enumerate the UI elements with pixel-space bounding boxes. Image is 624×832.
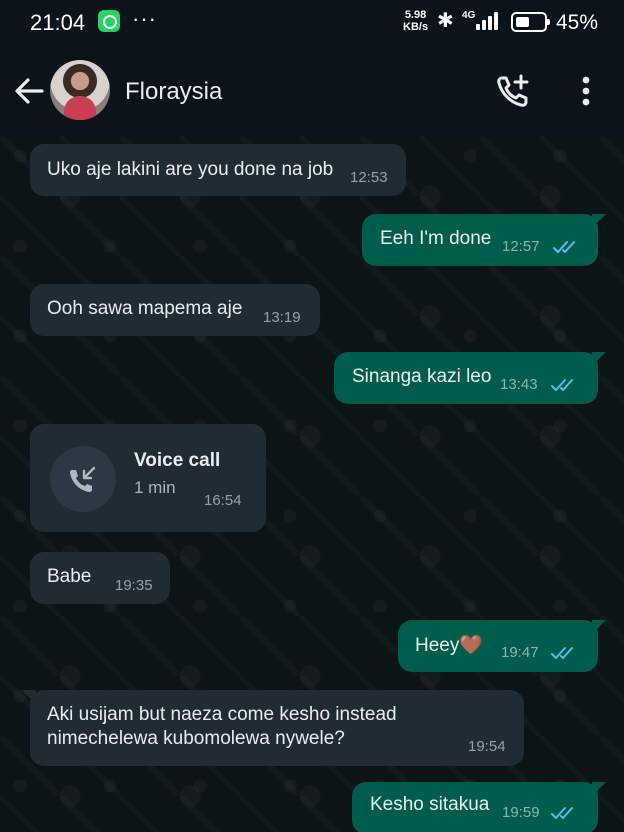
message-time: 12:57 bbox=[502, 238, 540, 255]
missed-call-icon-container bbox=[50, 446, 116, 512]
call-title: Voice call bbox=[134, 450, 221, 471]
incoming-call-icon bbox=[70, 466, 96, 492]
network-speed-unit: KB/s bbox=[403, 21, 429, 33]
status-bar: 21:04 ··· 5.98 KB/s ✱ 4G 45% bbox=[0, 0, 624, 48]
call-duration: 1 min bbox=[134, 478, 176, 497]
battery-percent: 45% bbox=[556, 11, 599, 34]
message-text: Sinanga kazi leo bbox=[352, 366, 492, 387]
read-receipt-icon bbox=[551, 379, 573, 391]
message-text: Babe bbox=[47, 566, 92, 587]
message-time: 13:19 bbox=[263, 309, 301, 326]
network-type: 4G bbox=[462, 10, 476, 21]
message-text: Uko aje lakini are you done na job bbox=[47, 159, 334, 180]
signal-icon bbox=[476, 12, 502, 30]
message-time: 19:47 bbox=[501, 644, 539, 661]
message-text: Ooh sawa mapema aje bbox=[47, 298, 243, 319]
message-incoming[interactable]: Aki usijam but naeza come kesho instead … bbox=[22, 690, 524, 766]
message-time: 12:53 bbox=[350, 169, 388, 186]
message-time: 19:35 bbox=[115, 577, 153, 594]
message-time: 16:54 bbox=[204, 492, 242, 509]
message-outgoing[interactable]: Heey🤎 19:47 bbox=[398, 620, 606, 672]
network-speed-value: 5.98 bbox=[404, 9, 427, 21]
message-outgoing[interactable]: Kesho sitakua 19:59 bbox=[352, 782, 606, 832]
chat-header: Floraysia bbox=[0, 48, 624, 136]
whatsapp-business-icon bbox=[98, 10, 120, 32]
read-receipt-icon bbox=[553, 241, 575, 253]
message-text: Heey🤎 bbox=[415, 635, 484, 656]
message-text: Kesho sitakua bbox=[370, 794, 490, 815]
message-incoming[interactable]: Ooh sawa mapema aje 13:19 bbox=[30, 284, 320, 336]
message-text-line-1: Aki usijam but naeza come kesho instead bbox=[47, 704, 397, 725]
more-vertical-icon[interactable] bbox=[574, 74, 598, 108]
message-time: 19:54 bbox=[468, 738, 506, 755]
status-time: 21:04 bbox=[30, 10, 86, 35]
message-incoming[interactable]: Babe 19:35 bbox=[30, 552, 170, 604]
network-speed: 5.98 KB/s bbox=[403, 9, 428, 33]
arrow-left-icon[interactable] bbox=[12, 74, 46, 108]
contact-avatar[interactable] bbox=[50, 60, 110, 120]
add-call-icon[interactable] bbox=[494, 72, 532, 110]
message-list[interactable]: Uko aje lakini are you done na job 12:53… bbox=[0, 136, 624, 832]
message-time: 19:59 bbox=[502, 804, 540, 821]
bluetooth-icon: ✱ bbox=[437, 10, 454, 32]
message-outgoing[interactable]: Sinanga kazi leo 13:43 bbox=[334, 352, 606, 404]
read-receipt-icon bbox=[551, 647, 573, 659]
message-outgoing[interactable]: Eeh I'm done 12:57 bbox=[362, 214, 606, 266]
read-receipt-icon bbox=[551, 807, 573, 819]
message-time: 13:43 bbox=[500, 376, 538, 393]
contact-name[interactable]: Floraysia bbox=[125, 78, 222, 106]
voice-call-message[interactable]: Voice call 1 min 16:54 bbox=[30, 424, 266, 532]
message-incoming[interactable]: Uko aje lakini are you done na job 12:53 bbox=[30, 144, 406, 196]
message-text: Eeh I'm done bbox=[380, 228, 492, 249]
notification-overflow: ··· bbox=[132, 6, 157, 31]
battery-icon bbox=[511, 12, 550, 32]
message-text-line-2: nimechelewa kubomolewa nywele? bbox=[47, 728, 345, 749]
